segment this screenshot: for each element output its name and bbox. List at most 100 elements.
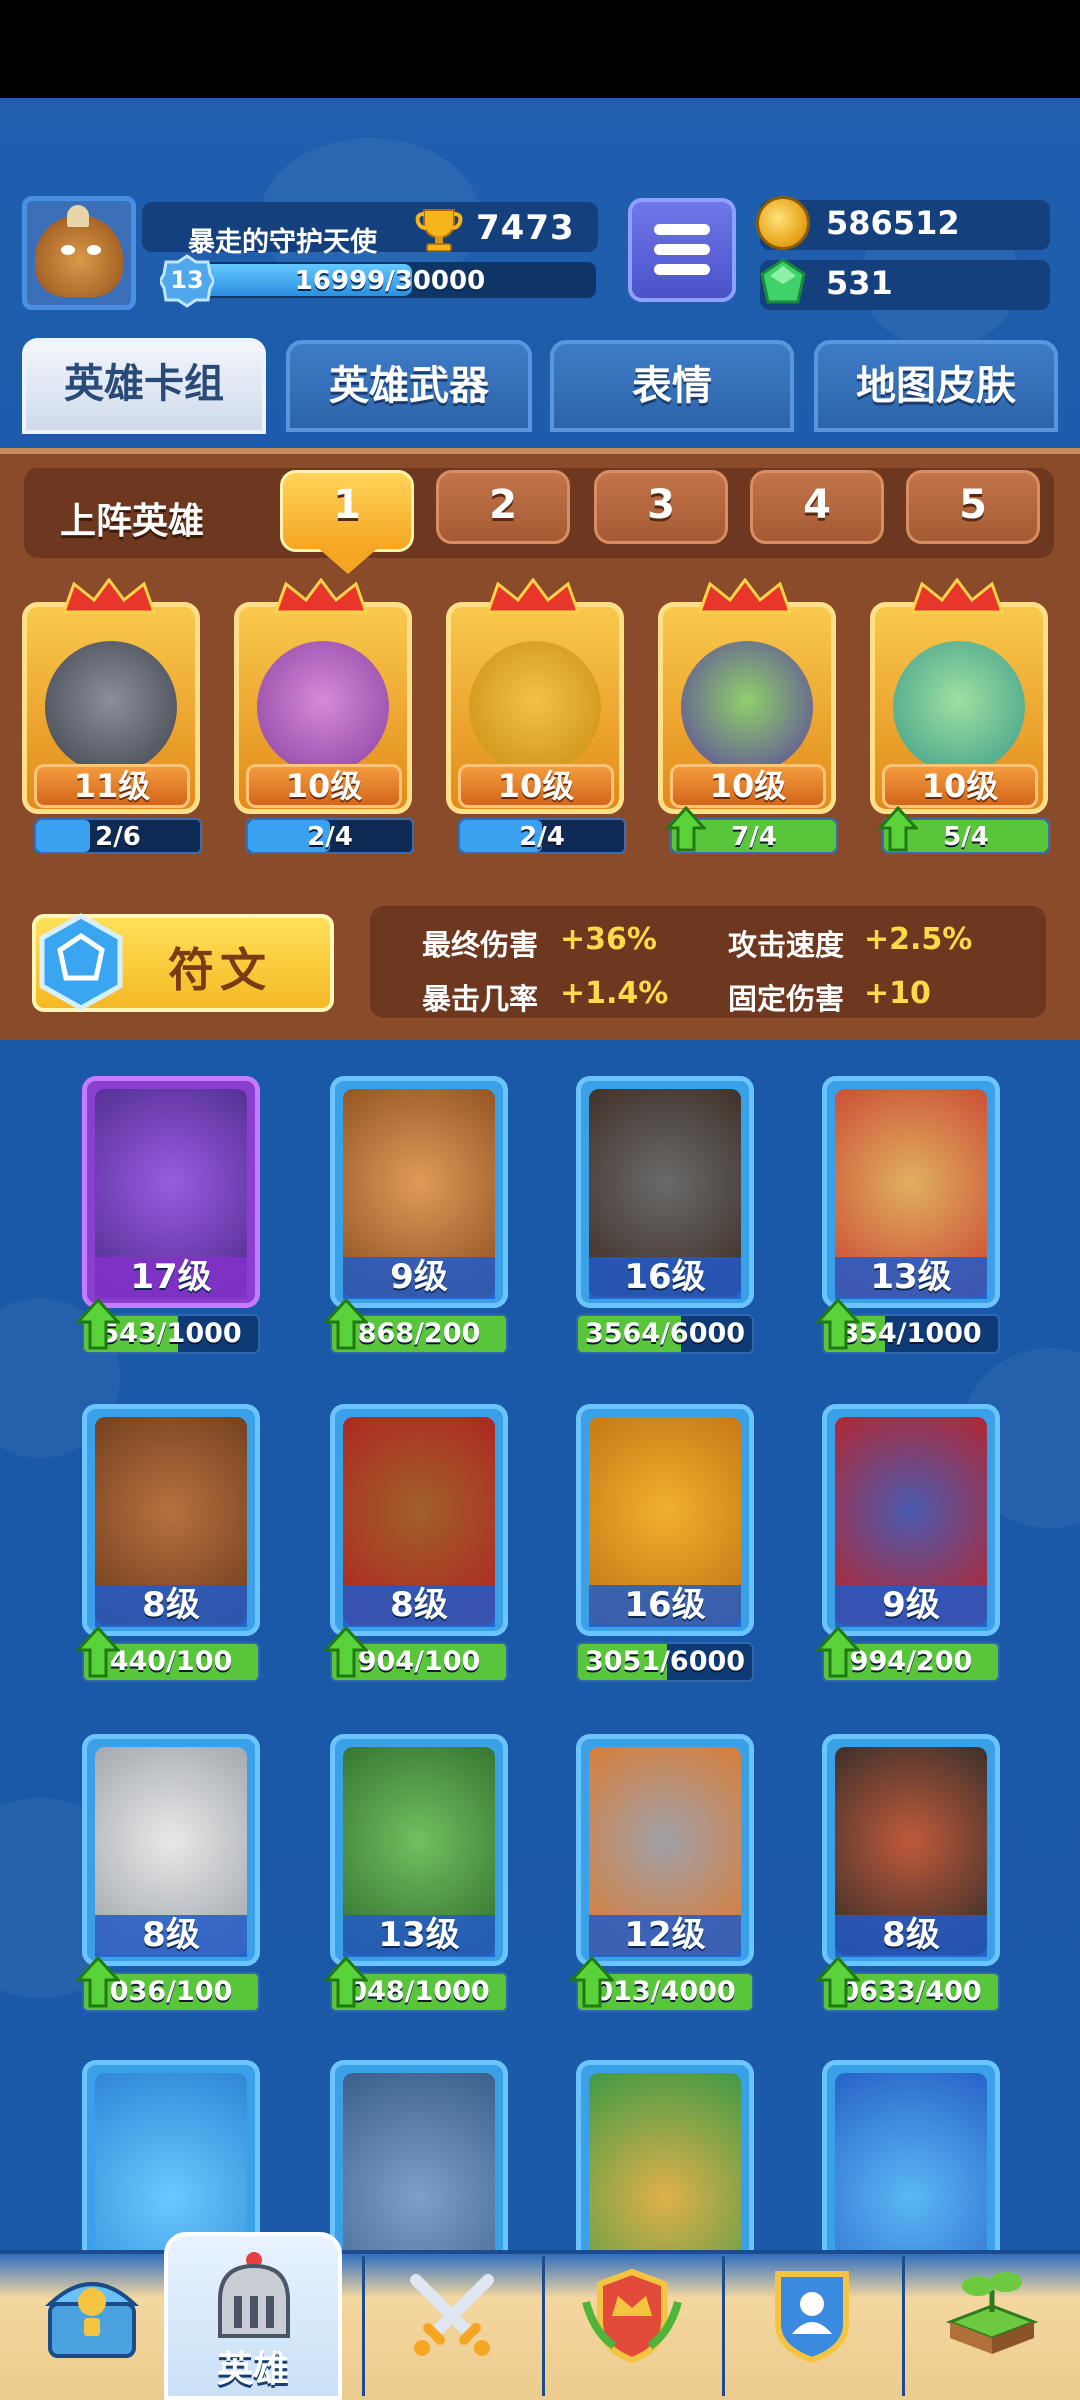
nav-shop[interactable] xyxy=(4,2254,182,2400)
deck-slot-3[interactable]: 3 xyxy=(594,470,728,544)
status-bar xyxy=(0,0,1080,98)
hero-level: 8级 xyxy=(835,1915,987,1957)
nav-heroes[interactable]: 英雄 xyxy=(164,2232,342,2400)
hero-card[interactable] xyxy=(576,2060,754,2250)
deck-slot-5[interactable]: 5 xyxy=(906,470,1040,544)
hero-portrait xyxy=(835,2073,987,2250)
green-gem-icon xyxy=(760,258,806,304)
stat-label: 攻击速度 xyxy=(728,928,845,962)
hero-portrait xyxy=(589,2073,741,2250)
hero-card[interactable]: 17级 543/1000 xyxy=(76,1076,260,1356)
hero-card-frame: 12级 xyxy=(576,1734,754,1966)
hero-progress-text: 354/1000 xyxy=(840,1318,982,1349)
treasure-chest-icon xyxy=(44,2282,140,2358)
deck-slot-4[interactable]: 4 xyxy=(750,470,884,544)
hero-progress-text: 440/100 xyxy=(109,1646,233,1677)
upgrade-arrow-icon xyxy=(76,1626,120,1678)
coin-amount: 586512 xyxy=(826,204,960,242)
nav-rank[interactable] xyxy=(544,2254,722,2400)
crown-icon xyxy=(909,578,1005,614)
deck-slot-2[interactable]: 2 xyxy=(436,470,570,544)
hero-card[interactable] xyxy=(82,2060,260,2250)
hero-card[interactable]: 16级 3051/6000 xyxy=(576,1404,754,1684)
deck-hero-progress-text: 2/4 xyxy=(307,822,353,852)
upgrade-arrow-icon xyxy=(324,1298,368,1350)
hero-portrait xyxy=(257,641,389,773)
tab-hero-deck[interactable]: 英雄卡组 xyxy=(22,338,266,434)
avatar-portrait xyxy=(35,215,123,297)
hero-level: 17级 xyxy=(95,1257,247,1299)
deck-hero-level: 10级 xyxy=(246,764,402,808)
hero-card-frame xyxy=(822,2060,1000,2250)
deck-hero-card[interactable]: 10级 2/4 xyxy=(438,578,632,856)
hero-portrait xyxy=(893,641,1025,773)
hero-card[interactable]: 16级 3564/6000 xyxy=(576,1076,754,1356)
hero-progress-text: 904/100 xyxy=(357,1646,481,1677)
hero-level: 16级 xyxy=(589,1585,741,1627)
hero-card[interactable]: 13级 354/1000 xyxy=(816,1076,1000,1356)
nav-heroes-label: 英雄 xyxy=(216,2349,289,2390)
deck-hero-level: 11级 xyxy=(34,764,190,808)
upgrade-arrow-icon xyxy=(878,806,918,852)
hero-card[interactable]: 8级 440/100 xyxy=(76,1404,260,1684)
nav-guild[interactable] xyxy=(724,2254,902,2400)
hero-progress-text: 868/200 xyxy=(357,1318,481,1349)
hero-card-frame: 17级 xyxy=(82,1076,260,1308)
hero-card[interactable]: 12级 013/4000 xyxy=(570,1734,754,2014)
hero-progress-text: 036/100 xyxy=(109,1976,233,2007)
tab-emotes[interactable]: 表情 xyxy=(550,340,794,432)
avatar-horn xyxy=(67,205,89,227)
active-slot-pointer xyxy=(318,548,378,574)
sprout-island-icon xyxy=(945,2272,1039,2354)
hero-card[interactable]: 13级 048/1000 xyxy=(324,1734,508,2014)
upgrade-arrow-icon xyxy=(324,1956,368,2008)
hero-progress-text: 013/4000 xyxy=(594,1976,736,2007)
deck-hero-progress-text: 2/4 xyxy=(519,822,565,852)
hero-card[interactable]: 8级 036/100 xyxy=(76,1734,260,2014)
hero-card-frame xyxy=(82,2060,260,2250)
menu-button[interactable] xyxy=(628,198,736,302)
knight-helmet-icon xyxy=(218,2252,290,2338)
hero-level: 8级 xyxy=(343,1585,495,1627)
crown-icon xyxy=(485,578,581,614)
menu-line xyxy=(654,244,710,255)
deck-slot-1[interactable]: 1 xyxy=(280,470,414,552)
gem-amount: 531 xyxy=(826,264,893,302)
deck-hero-level: 10级 xyxy=(458,764,614,808)
deck-label: 上阵英雄 xyxy=(60,501,205,542)
hero-progress-text: 0633/400 xyxy=(840,1976,982,2007)
deck-hero-card[interactable]: 10级 7/4 xyxy=(650,578,844,856)
nav-battle[interactable] xyxy=(364,2254,542,2400)
hero-card-frame: 16级 xyxy=(576,1076,754,1308)
hero-card[interactable] xyxy=(822,2060,1000,2250)
hero-progress: 3564/6000 xyxy=(576,1314,754,1354)
hero-card-frame xyxy=(576,2060,754,2250)
deck-hero-card[interactable]: 10级 5/4 xyxy=(862,578,1056,856)
hero-card-frame: 9级 xyxy=(330,1076,508,1308)
hero-card-frame: 9级 xyxy=(822,1404,1000,1636)
hero-card[interactable] xyxy=(330,2060,508,2250)
hero-card[interactable]: 8级 0633/400 xyxy=(816,1734,1000,2014)
upgrade-arrow-icon xyxy=(76,1956,120,2008)
tab-hero-weapons[interactable]: 英雄武器 xyxy=(286,340,532,432)
hero-portrait xyxy=(95,2073,247,2250)
stat-label: 固定伤害 xyxy=(728,982,845,1016)
hero-progress-text: 543/1000 xyxy=(100,1318,242,1349)
hero-card-frame: 13级 xyxy=(822,1076,1000,1308)
hero-card-frame: 13级 xyxy=(330,1734,508,1966)
hero-level: 9级 xyxy=(835,1585,987,1627)
menu-line xyxy=(654,224,710,235)
player-avatar[interactable] xyxy=(22,196,136,310)
tab-map-skins[interactable]: 地图皮肤 xyxy=(814,340,1058,432)
hero-card[interactable]: 9级 868/200 xyxy=(324,1076,508,1356)
deck-hero-card[interactable]: 11级 2/6 xyxy=(14,578,208,856)
hero-card[interactable]: 9级 994/200 xyxy=(816,1404,1000,1684)
deck-hero-card[interactable]: 10级 2/4 xyxy=(226,578,420,856)
hero-card[interactable]: 8级 904/100 xyxy=(324,1404,508,1684)
hero-portrait xyxy=(681,641,813,773)
upgrade-arrow-icon xyxy=(816,1956,860,2008)
upgrade-arrow-icon xyxy=(76,1298,120,1350)
nav-home[interactable] xyxy=(904,2254,1080,2400)
trophy-icon xyxy=(415,209,463,252)
stat-value: +36% xyxy=(560,922,657,957)
